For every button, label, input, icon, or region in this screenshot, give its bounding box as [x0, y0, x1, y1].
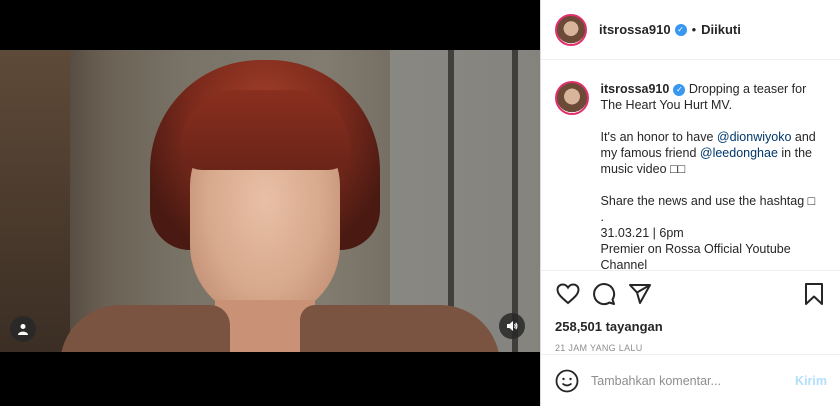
heart-icon: [556, 283, 580, 305]
share-button[interactable]: [627, 281, 653, 307]
mute-button[interactable]: [499, 313, 525, 339]
action-icons: [555, 279, 827, 309]
like-button[interactable]: [555, 281, 581, 307]
post-actions: 258,501 tayangan 21 JAM YANG LALU: [541, 270, 840, 353]
emoji-icon[interactable]: [555, 369, 579, 393]
post-timestamp[interactable]: 21 JAM YANG LALU: [555, 343, 827, 353]
video-subject-jacket: [60, 305, 230, 352]
mention-link[interactable]: @dionwiyoko: [717, 130, 792, 144]
tagged-users-button[interactable]: [10, 316, 36, 342]
verified-badge-icon: ✓: [673, 83, 686, 96]
video-subject-fringe: [180, 90, 350, 170]
caption-text-segment: Premier on Rossa Official Youtube: [600, 242, 791, 256]
avatar[interactable]: [555, 81, 589, 115]
comment-bar: Tambahkan komentar... Kirim: [541, 354, 840, 406]
view-count[interactable]: 258,501 tayangan: [555, 319, 827, 334]
save-button[interactable]: [801, 281, 827, 307]
comment-icon: [593, 283, 616, 306]
follow-status-button[interactable]: Diikuti: [701, 22, 741, 37]
user-icon: [18, 324, 28, 335]
share-icon: [629, 284, 651, 304]
instagram-post-modal: itsrossa910 ✓ • Diikuti itsrossa910 ✓ Dro…: [0, 0, 840, 406]
avatar[interactable]: [555, 13, 587, 46]
comment-button[interactable]: [591, 281, 617, 307]
post-header: itsrossa910 ✓ • Diikuti: [541, 0, 840, 60]
speaker-icon: [507, 321, 518, 331]
background-frame: [0, 50, 70, 352]
username-link[interactable]: itsrossa910: [599, 22, 671, 37]
post-side-panel: itsrossa910 ✓ • Diikuti itsrossa910 ✓ Dro…: [540, 0, 840, 406]
caption-text-segment: It's an honor to have: [600, 130, 717, 144]
video-player[interactable]: [0, 50, 540, 352]
emoji-placeholder: □□: [670, 162, 686, 176]
caption-text-segment: Share the news and use the hashtag □: [600, 194, 816, 208]
caption-text-segment: Channel: [600, 258, 648, 269]
comment-input[interactable]: Tambahkan komentar...: [591, 374, 795, 388]
verified-badge-icon: ✓: [674, 23, 687, 36]
send-comment-button[interactable]: Kirim: [795, 374, 827, 388]
caption-section: itsrossa910 ✓ Dropping a teaser for The H…: [541, 61, 840, 269]
caption-text: itsrossa910 ✓ Dropping a teaser for The H…: [601, 81, 827, 269]
username-link[interactable]: itsrossa910: [601, 82, 670, 96]
video-subject-jacket: [300, 305, 500, 352]
caption-text-segment: 31.03.21 | 6pm: [600, 226, 684, 240]
media-area: [0, 0, 540, 406]
caption-text-segment: .: [600, 210, 605, 224]
separator-dot: •: [691, 22, 697, 37]
mention-link[interactable]: @leedonghae: [700, 146, 778, 160]
bookmark-icon: [805, 283, 823, 305]
